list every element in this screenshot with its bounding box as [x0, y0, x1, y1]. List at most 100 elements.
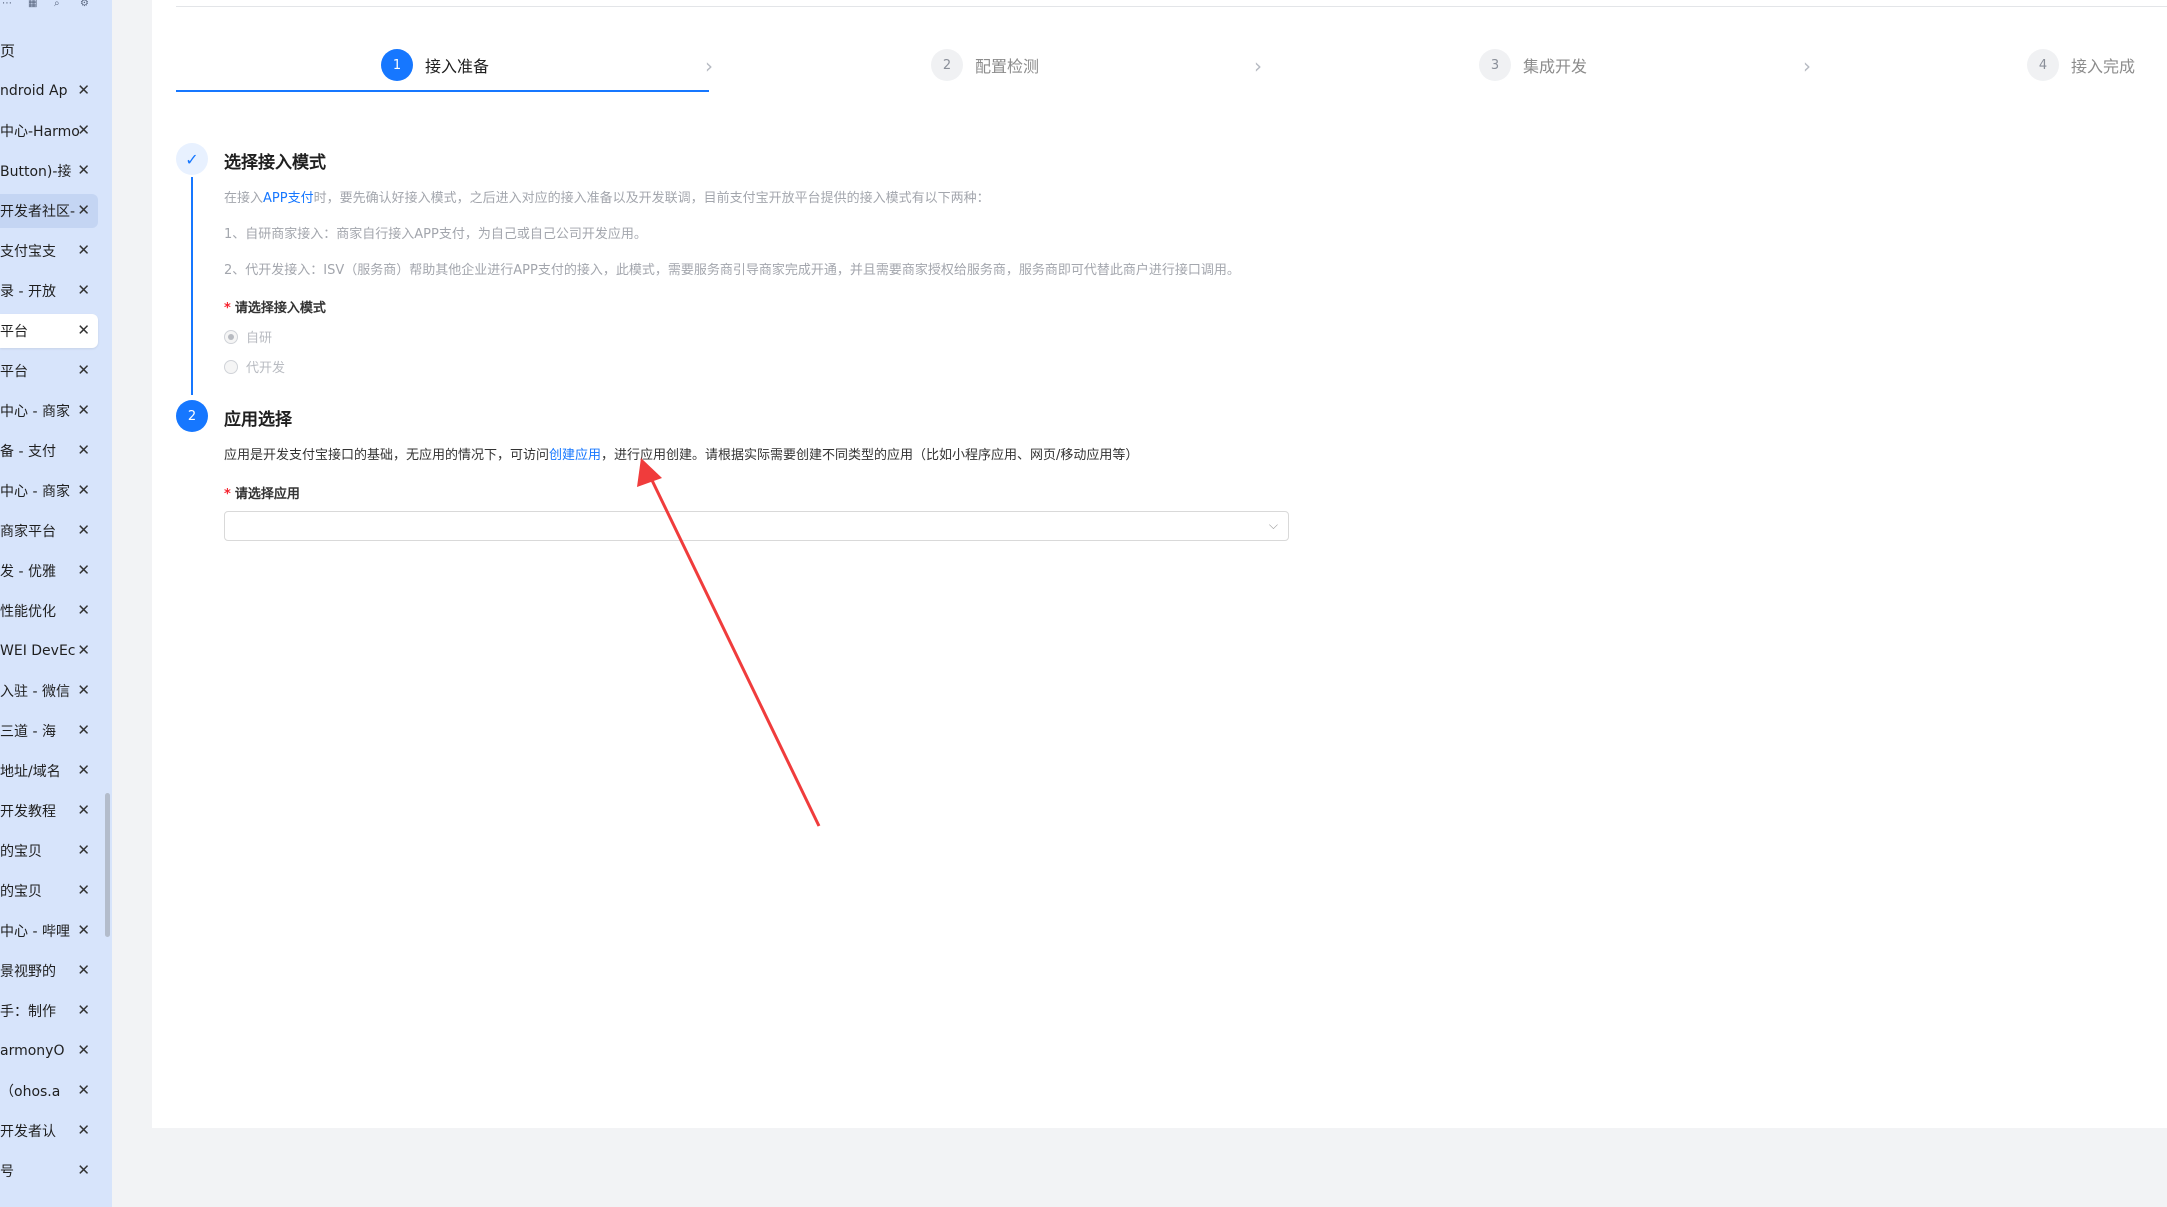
chevron-right-icon: ›: [705, 54, 713, 78]
step-3[interactable]: 3 集成开发: [1479, 49, 1587, 81]
radio-checked-icon: [224, 329, 238, 344]
select-app-label: * 请选择应用: [224, 487, 300, 502]
step-2-number: 2: [931, 49, 963, 81]
close-icon[interactable]: ✕: [77, 281, 90, 299]
close-icon[interactable]: ✕: [77, 441, 90, 459]
browser-tab-label: 开发者认: [0, 1124, 56, 1140]
step-4[interactable]: 4 接入完成: [2027, 49, 2135, 81]
browser-tab[interactable]: 的宝贝 ✕: [0, 834, 98, 868]
browser-tab[interactable]: WEI DevEc ✕: [0, 634, 98, 668]
browser-tab[interactable]: 录 - 开放 ✕: [0, 274, 98, 308]
browser-tab-label: 手：制作: [0, 1004, 56, 1020]
browser-tab-label: 备 - 支付: [0, 444, 56, 460]
browser-tab[interactable]: 中心 - 哔哩 ✕: [0, 914, 98, 948]
close-icon[interactable]: ✕: [77, 321, 90, 339]
chevron-down-icon: ⌵: [1268, 518, 1278, 532]
mode-description-2: 2、代开发接入：ISV（服务商）帮助其他企业进行APP支付的接入，此模式，需要服…: [224, 263, 1240, 278]
close-icon[interactable]: ✕: [77, 601, 90, 619]
browser-tab[interactable]: 中心 - 商家 ✕: [0, 474, 98, 508]
radio-self-developed[interactable]: 自研: [224, 327, 272, 346]
content-card: [152, 0, 2167, 1128]
section-2-number: 2: [176, 400, 208, 432]
browser-tab[interactable]: 地址/域名 ✕: [0, 754, 98, 788]
app-pay-link[interactable]: APP支付: [263, 191, 314, 206]
close-icon[interactable]: ✕: [77, 241, 90, 259]
browser-tab[interactable]: 备 - 支付 ✕: [0, 434, 98, 468]
step-1[interactable]: 1 接入准备: [381, 49, 489, 81]
radio-agent-label: 代开发: [246, 361, 286, 376]
close-icon[interactable]: ✕: [77, 761, 90, 779]
close-icon[interactable]: ✕: [77, 561, 90, 579]
close-icon[interactable]: ✕: [77, 481, 90, 499]
tabstrip-toolbar: ⋯ ▦ ⌕ ⚙: [0, 0, 112, 14]
browser-tab[interactable]: 平台 ✕: [0, 354, 98, 388]
top-divider: [176, 6, 2167, 7]
close-icon[interactable]: ✕: [77, 881, 90, 899]
close-icon[interactable]: ✕: [77, 1001, 90, 1019]
close-icon[interactable]: ✕: [77, 121, 90, 139]
browser-tab[interactable]: 景视野的 ✕: [0, 954, 98, 988]
close-icon[interactable]: ✕: [77, 401, 90, 419]
radio-agent-developed[interactable]: 代开发: [224, 357, 285, 376]
app-select[interactable]: ⌵: [224, 511, 1289, 541]
step-2[interactable]: 2 配置检测: [931, 49, 1039, 81]
step-2-label: 配置检测: [975, 57, 1040, 76]
grid-icon[interactable]: ▦: [28, 0, 40, 10]
browser-tab-label: 中心-Harmo: [0, 124, 80, 140]
browser-tab-label: 号: [0, 1164, 14, 1180]
browser-tab[interactable]: 开发教程 ✕: [0, 794, 98, 828]
close-icon[interactable]: ✕: [77, 81, 90, 99]
close-icon[interactable]: ✕: [77, 921, 90, 939]
close-icon[interactable]: ✕: [77, 361, 90, 379]
close-icon[interactable]: ✕: [77, 721, 90, 739]
browser-tab[interactable]: 商家平台 ✕: [0, 514, 98, 548]
close-icon[interactable]: ✕: [77, 161, 90, 179]
browser-tab-label: 中心 - 哔哩: [0, 924, 70, 940]
close-icon[interactable]: ✕: [77, 1041, 90, 1059]
access-mode-label: * 请选择接入模式: [224, 301, 326, 316]
tab-home-label[interactable]: 页: [0, 40, 15, 61]
tab-actions-icon[interactable]: ⋯: [2, 0, 14, 10]
close-icon[interactable]: ✕: [77, 1161, 90, 1179]
browser-tab-label: Button)-接: [0, 164, 72, 180]
browser-tab[interactable]: 性能优化 ✕: [0, 594, 98, 628]
search-icon[interactable]: ⌕: [54, 0, 66, 10]
close-icon[interactable]: ✕: [77, 521, 90, 539]
browser-tab[interactable]: 的宝贝 ✕: [0, 874, 98, 908]
close-icon[interactable]: ✕: [77, 1081, 90, 1099]
close-icon[interactable]: ✕: [77, 681, 90, 699]
browser-tab[interactable]: 开发者认 ✕: [0, 1114, 98, 1148]
browser-tab[interactable]: armonyO ✕: [0, 1034, 98, 1068]
browser-tab-label: 商家平台: [0, 524, 56, 540]
close-icon[interactable]: ✕: [77, 201, 90, 219]
browser-tab[interactable]: 中心 - 商家 ✕: [0, 394, 98, 428]
close-icon[interactable]: ✕: [77, 801, 90, 819]
step-4-number: 4: [2027, 49, 2059, 81]
check-icon: ✓: [176, 143, 208, 175]
browser-tab-label: 地址/域名: [0, 764, 61, 780]
browser-tab-label: 中心 - 商家: [0, 484, 70, 500]
radio-unchecked-icon: [224, 359, 238, 374]
browser-tab-label: 的宝贝: [0, 884, 42, 900]
close-icon[interactable]: ✕: [77, 841, 90, 859]
close-icon[interactable]: ✕: [77, 1121, 90, 1139]
browser-tab[interactable]: 入驻 - 微信 ✕: [0, 674, 98, 708]
settings-icon[interactable]: ⚙: [80, 0, 92, 10]
browser-tab[interactable]: 中心-Harmo ✕: [0, 114, 98, 148]
close-icon[interactable]: ✕: [77, 961, 90, 979]
close-icon[interactable]: ✕: [77, 641, 90, 659]
browser-tab[interactable]: 平台 ✕: [0, 314, 98, 348]
browser-tab[interactable]: 开发者社区- ✕: [0, 194, 98, 228]
browser-tab[interactable]: （ohos.a ✕: [0, 1074, 98, 1108]
browser-tab[interactable]: 三道 - 海 ✕: [0, 714, 98, 748]
browser-tab[interactable]: 发 - 优雅 ✕: [0, 554, 98, 588]
browser-tab[interactable]: 支付宝支 ✕: [0, 234, 98, 268]
create-app-link[interactable]: 创建应用: [549, 448, 601, 463]
tabstrip-scrollbar[interactable]: [105, 793, 110, 937]
browser-tab-label: 中心 - 商家: [0, 404, 70, 420]
browser-tab[interactable]: Button)-接 ✕: [0, 154, 98, 188]
browser-tab-label: 开发者社区-: [0, 204, 76, 220]
browser-tab[interactable]: 号 ✕: [0, 1154, 98, 1188]
browser-tab[interactable]: ndroid Ap ✕: [0, 74, 98, 108]
browser-tab[interactable]: 手：制作 ✕: [0, 994, 98, 1028]
